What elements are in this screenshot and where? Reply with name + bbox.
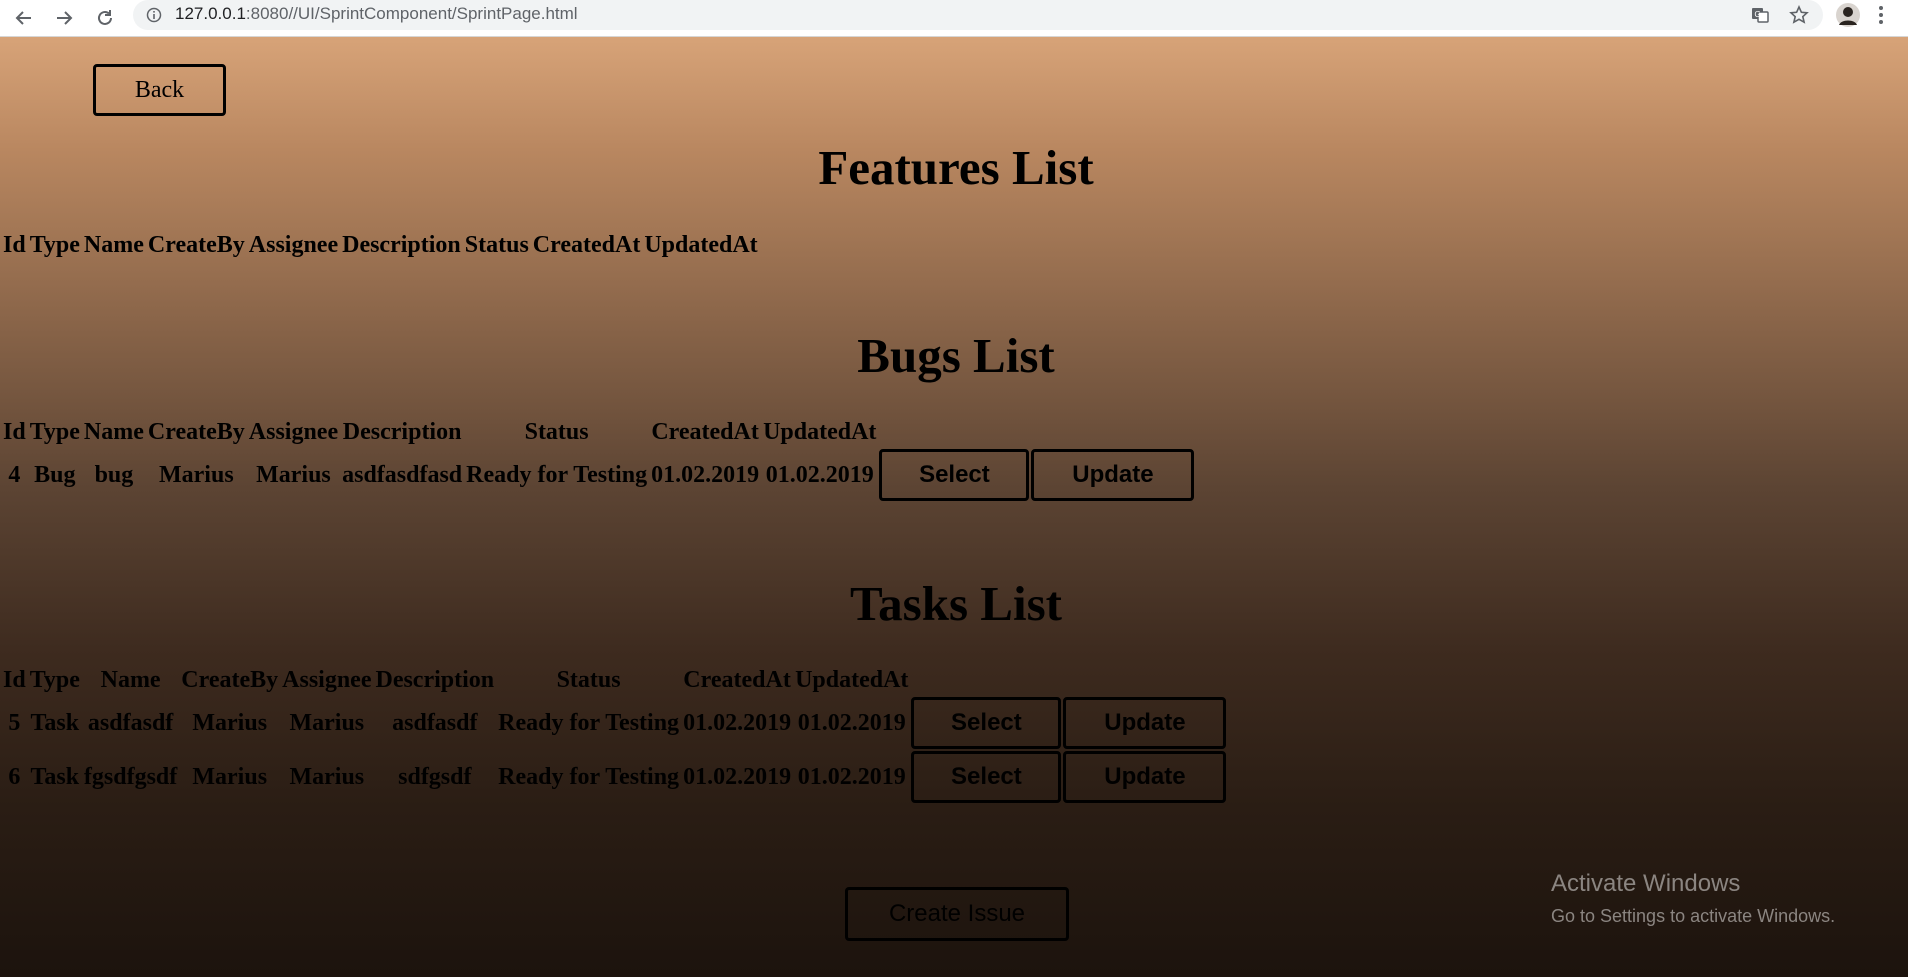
info-icon[interactable]	[146, 7, 162, 23]
cell-assignee: Marius	[256, 461, 331, 488]
header-createdat: CreatedAt	[651, 419, 759, 445]
cell-description: asdfasdfasd	[342, 461, 463, 488]
header-status: Status	[524, 419, 589, 445]
table-row: 6 Task fgsdfgsdf Marius Marius sdfgsdf R…	[2, 751, 1227, 803]
header-id: Id	[3, 232, 26, 258]
cell-actions: Update	[1063, 751, 1227, 803]
url-path: :8080//UI/SprintComponent/SprintPage.htm…	[245, 4, 578, 23]
cell-createdat: 01.02.2019	[683, 763, 792, 790]
cell-status: Ready for Testing	[498, 763, 680, 790]
cell-createby: Marius	[159, 461, 234, 488]
header-createdat: CreatedAt	[683, 667, 791, 693]
cell-id: 4	[8, 461, 21, 488]
cell-updatedat: 01.02.2019	[797, 709, 906, 736]
header-description: Description	[375, 667, 495, 693]
header-createby: CreateBy	[181, 667, 279, 693]
svg-text:G: G	[1754, 10, 1760, 19]
cell-createby: Marius	[192, 709, 268, 736]
cell-actions: Select	[911, 697, 1062, 749]
select-button[interactable]: Select	[879, 449, 1030, 501]
activate-windows-subtitle: Go to Settings to activate Windows.	[1551, 906, 1836, 926]
cell-description: asdfasdf	[392, 709, 478, 736]
header-assignee: Assignee	[248, 232, 339, 258]
header-name: Name	[83, 232, 144, 258]
cell-actions: Update	[1031, 449, 1195, 501]
update-button[interactable]: Update	[1063, 697, 1227, 749]
tasks-list-title: Tasks List	[849, 576, 1062, 631]
cell-assignee: Marius	[289, 763, 365, 790]
table-row: 5 Task asdfasdf Marius Marius asdfasdf R…	[2, 697, 1227, 749]
profile-avatar[interactable]	[1836, 3, 1860, 27]
update-button[interactable]: Update	[1063, 751, 1227, 803]
features-table: Id Type Name CreateBy Assignee Descripti…	[0, 229, 761, 262]
header-assignee: Assignee	[282, 667, 372, 693]
header-id: Id	[3, 419, 26, 445]
cell-status: Ready for Testing	[466, 461, 648, 488]
update-button[interactable]: Update	[1031, 449, 1195, 501]
header-type: Type	[29, 419, 80, 445]
header-createdat: CreatedAt	[532, 232, 641, 258]
header-status: Status	[556, 667, 621, 693]
header-description: Description	[342, 232, 461, 258]
back-arrow-icon[interactable]	[10, 4, 38, 32]
cell-status: Ready for Testing	[498, 709, 680, 736]
cell-updatedat: 01.02.2019	[765, 461, 874, 488]
table-header-row: Id Type Name CreateBy Assignee Descripti…	[2, 231, 759, 260]
tasks-table: Id Type Name CreateBy Assignee Descripti…	[0, 664, 1228, 805]
cell-name: bug	[94, 461, 134, 488]
cell-type: Task	[30, 709, 80, 736]
cell-name: asdfasdf	[87, 709, 174, 736]
header-description: Description	[342, 419, 462, 445]
cell-actions: Select	[879, 449, 1030, 501]
features-list-title: Features List	[818, 140, 1094, 195]
cell-type: Bug	[34, 461, 76, 488]
url-host: 127.0.0.1	[175, 4, 246, 23]
menu-dots-icon[interactable]	[1869, 3, 1893, 27]
cell-actions: Update	[1063, 697, 1227, 749]
bugs-list-title: Bugs List	[857, 328, 1055, 383]
header-name: Name	[100, 667, 161, 693]
header-id: Id	[3, 667, 26, 693]
cell-updatedat: 01.02.2019	[797, 763, 906, 790]
cell-createby: Marius	[192, 763, 268, 790]
browser-toolbar: 127.0.0.1:8080//UI/SprintComponent/Sprin…	[0, 0, 1908, 37]
url-text[interactable]: 127.0.0.1:8080//UI/SprintComponent/Sprin…	[175, 4, 578, 24]
table-header-row: Id Type Name CreateBy Assignee Descripti…	[2, 418, 1194, 447]
header-assignee: Assignee	[248, 419, 339, 445]
cell-assignee: Marius	[289, 709, 365, 736]
cell-name: fgsdfgsdf	[83, 763, 178, 790]
header-updatedat: UpdatedAt	[644, 232, 758, 258]
header-updatedat: UpdatedAt	[795, 667, 909, 693]
star-icon[interactable]	[1787, 3, 1811, 27]
select-button[interactable]: Select	[911, 751, 1062, 803]
cell-id: 6	[8, 763, 21, 790]
cell-description: sdfgsdf	[398, 763, 472, 790]
table-header-row: Id Type Name CreateBy Assignee Descripti…	[2, 666, 1226, 695]
activate-windows-title: Activate Windows	[1551, 870, 1741, 897]
create-issue-button[interactable]: Create Issue	[845, 887, 1069, 941]
header-status: Status	[464, 232, 529, 258]
header-name: Name	[83, 419, 144, 445]
reload-icon[interactable]	[91, 4, 119, 32]
table-row: 4 Bug bug Marius Marius asdfasdfasd Read…	[2, 449, 1195, 501]
header-updatedat: UpdatedAt	[763, 419, 877, 445]
translate-icon[interactable]: G	[1748, 3, 1772, 27]
cell-createdat: 01.02.2019	[651, 461, 760, 488]
cell-id: 5	[8, 709, 21, 736]
cell-createdat: 01.02.2019	[683, 709, 792, 736]
header-type: Type	[29, 667, 80, 693]
header-createby: CreateBy	[147, 232, 245, 258]
back-button[interactable]: Back	[93, 64, 226, 116]
page-body: Back Features List Id Type Name CreateBy…	[0, 37, 1908, 977]
forward-arrow-icon[interactable]	[50, 4, 78, 32]
cell-type: Task	[30, 763, 80, 790]
bugs-table: Id Type Name CreateBy Assignee Descripti…	[0, 416, 1196, 503]
cell-actions: Select	[911, 751, 1062, 803]
select-button[interactable]: Select	[911, 697, 1062, 749]
header-createby: CreateBy	[147, 419, 245, 445]
header-type: Type	[29, 232, 80, 258]
